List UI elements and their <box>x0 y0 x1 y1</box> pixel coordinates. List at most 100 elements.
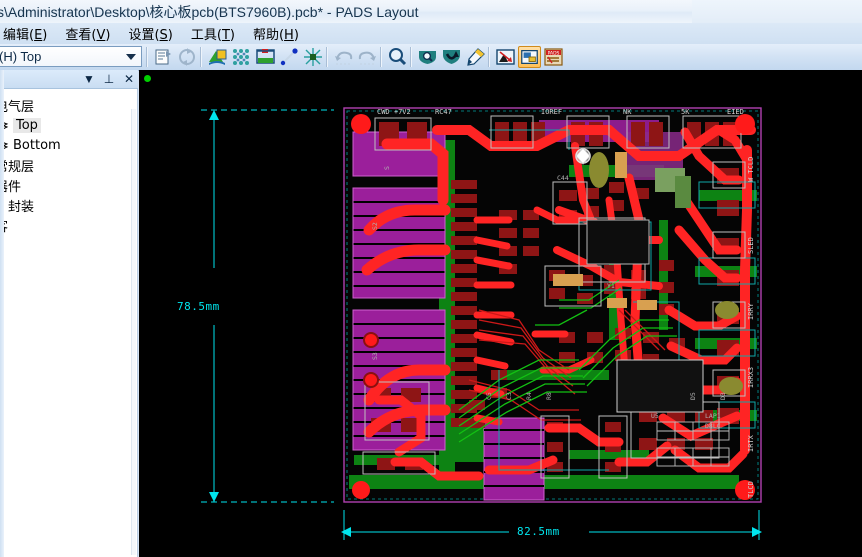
pcb-layout-drawing: CWD +7V2 RC47 IOREF NK 5K EIED W TCLD SL… <box>201 107 762 540</box>
svg-text:LAP1: LAP1 <box>705 412 721 420</box>
highlight-icon[interactable] <box>464 46 487 68</box>
layer-select-combo[interactable]: (H) Top <box>0 46 142 67</box>
menu-item-paren: ) <box>42 28 48 43</box>
layers-tree-container: 电气层 Top Bottom 常规层器件 B 封装客 <box>0 89 138 557</box>
menu-item-2[interactable]: 查看(V) <box>56 23 119 44</box>
svg-text:RC47: RC47 <box>435 108 452 116</box>
panel-menu-icon[interactable]: ▼ <box>82 72 96 86</box>
route-icon[interactable] <box>278 46 301 68</box>
svg-text:IRRX3: IRRX3 <box>747 367 755 388</box>
toolbar-separator <box>410 47 412 67</box>
menu-bar: 编辑(E) 查看(V) 设置(S) 工具(T) 帮助(H) <box>0 23 862 45</box>
menu-item-3[interactable]: 设置(S) <box>119 23 181 44</box>
menu-item-paren: ) <box>229 28 235 43</box>
title-bar: s\Administrator\Desktop\核心板pcb(BTS7960B)… <box>0 0 862 24</box>
pour-manager-icon[interactable] <box>206 46 229 68</box>
svg-text:R8: R8 <box>545 392 553 400</box>
svg-text:D3: D3 <box>719 392 727 400</box>
panel-scrollbar[interactable] <box>131 109 136 555</box>
menu-item-label: 工具( <box>190 28 222 43</box>
window-title: s\Administrator\Desktop\核心板pcb(BTS7960B)… <box>0 4 419 20</box>
measure-icon[interactable] <box>440 46 463 68</box>
svg-text:R4: R4 <box>525 392 533 400</box>
menu-item-label: 编辑( <box>3 28 35 43</box>
menu-item-label: 设置( <box>128 28 160 43</box>
chevron-down-icon <box>126 54 136 60</box>
layer-select-value: (H) Top <box>0 49 42 64</box>
width-dimension-label: 82.5mm <box>517 525 560 538</box>
drill-drawing-icon[interactable] <box>230 46 253 68</box>
refresh-icon[interactable] <box>176 46 199 68</box>
svg-text:5K: 5K <box>681 108 690 116</box>
layer-tree-item-label: 电气层 <box>1 99 35 115</box>
layer-tree-item-6[interactable]: B 封装 <box>1 195 137 215</box>
menu-item-label: 查看( <box>65 28 97 43</box>
layer-tree-item-label: Top <box>13 117 41 133</box>
layers-panel: ▼ ⊥ ✕ 电气层 Top Bottom 常规层器件 B 封装客 <box>0 70 138 557</box>
layer-tree-item-5[interactable]: 器件 <box>1 175 137 195</box>
layer-tree-item-7[interactable]: 客 <box>1 215 137 235</box>
svg-text:S3: S3 <box>371 352 379 360</box>
menu-item-5[interactable]: 帮助(H) <box>244 23 308 44</box>
layer-tree-item-1[interactable]: 电气层 <box>1 95 137 115</box>
pcb-canvas[interactable]: CWD +7V2 RC47 IOREF NK 5K EIED W TCLD SL… <box>139 70 862 557</box>
pads-layout-window: s\Administrator\Desktop\核心板pcb(BTS7960B)… <box>0 0 862 557</box>
layer-tree-item-label: 常规层 <box>1 159 35 175</box>
export-icon[interactable] <box>494 46 517 68</box>
svg-text:W TCLD: W TCLD <box>747 157 755 182</box>
svg-text:S: S <box>383 166 391 170</box>
svg-text:C5: C5 <box>485 392 493 400</box>
svg-text:PADS: PADS <box>548 51 560 57</box>
menu-item-mnemonic: T <box>221 28 230 43</box>
svg-text:D8LC: D8LC <box>705 422 721 430</box>
fanout-icon[interactable] <box>302 46 325 68</box>
redo-icon[interactable] <box>356 46 379 68</box>
toolbar-separator <box>488 47 490 67</box>
toolbar-separator <box>326 47 328 67</box>
panel-caption-bar: ▼ ⊥ ✕ <box>0 70 138 89</box>
layer-tree-item-label: Bottom <box>13 137 61 153</box>
query-icon[interactable] <box>416 46 439 68</box>
panel-close-icon[interactable]: ✕ <box>122 72 136 86</box>
panel-caption-buttons: ▼ ⊥ ✕ <box>82 72 136 86</box>
layers-tree: 电气层 Top Bottom 常规层器件 B 封装客 <box>1 95 137 235</box>
menu-item-4[interactable]: 工具(T) <box>182 23 244 44</box>
pads-router-icon[interactable]: PADS <box>542 46 565 68</box>
svg-text:C3: C3 <box>505 392 513 400</box>
svg-text:CWD +7V2: CWD +7V2 <box>377 108 411 116</box>
panel-pin-icon[interactable]: ⊥ <box>102 72 116 86</box>
svg-text:NK: NK <box>623 108 632 116</box>
toolbar-separator <box>146 47 148 67</box>
undo-icon[interactable] <box>332 46 355 68</box>
svg-text:Y1: Y1 <box>607 282 615 290</box>
layer-tree-item-2[interactable]: Top <box>1 115 137 135</box>
panel-left-edge <box>0 70 4 557</box>
toolbar-separator <box>380 47 382 67</box>
menu-item-label: 帮助( <box>252 28 285 43</box>
svg-text:TLCD: TLCD <box>747 481 755 498</box>
layer-tree-item-label: B 封装 <box>1 199 35 215</box>
menu-item-paren: ) <box>293 28 299 43</box>
menu-item-paren: ) <box>105 28 111 43</box>
menu-item-mnemonic: H <box>284 28 294 43</box>
menu-item-paren: ) <box>167 28 173 43</box>
layer-display-icon[interactable] <box>518 46 541 68</box>
svg-text:U5: U5 <box>651 412 659 420</box>
properties-icon[interactable] <box>152 46 175 68</box>
svg-text:EIED: EIED <box>727 108 744 116</box>
svg-text:D5: D5 <box>689 392 697 400</box>
svg-text:C44: C44 <box>557 174 569 182</box>
svg-text:S2: S2 <box>371 222 379 230</box>
zoom-icon[interactable] <box>386 46 409 68</box>
board-outline-icon[interactable] <box>254 46 277 68</box>
toolbar-separator <box>200 47 202 67</box>
svg-text:SLED: SLED <box>747 237 755 254</box>
title-bar-sheen <box>692 0 862 23</box>
menu-item-mnemonic: S <box>159 28 168 43</box>
menu-item-1[interactable]: 编辑(E) <box>0 23 56 44</box>
layer-tree-item-3[interactable]: Bottom <box>1 135 137 155</box>
height-dimension-label: 78.5mm <box>177 300 220 313</box>
svg-text:IRTX: IRTX <box>747 434 755 452</box>
origin-marker <box>144 75 151 82</box>
layer-tree-item-4[interactable]: 常规层 <box>1 155 137 175</box>
